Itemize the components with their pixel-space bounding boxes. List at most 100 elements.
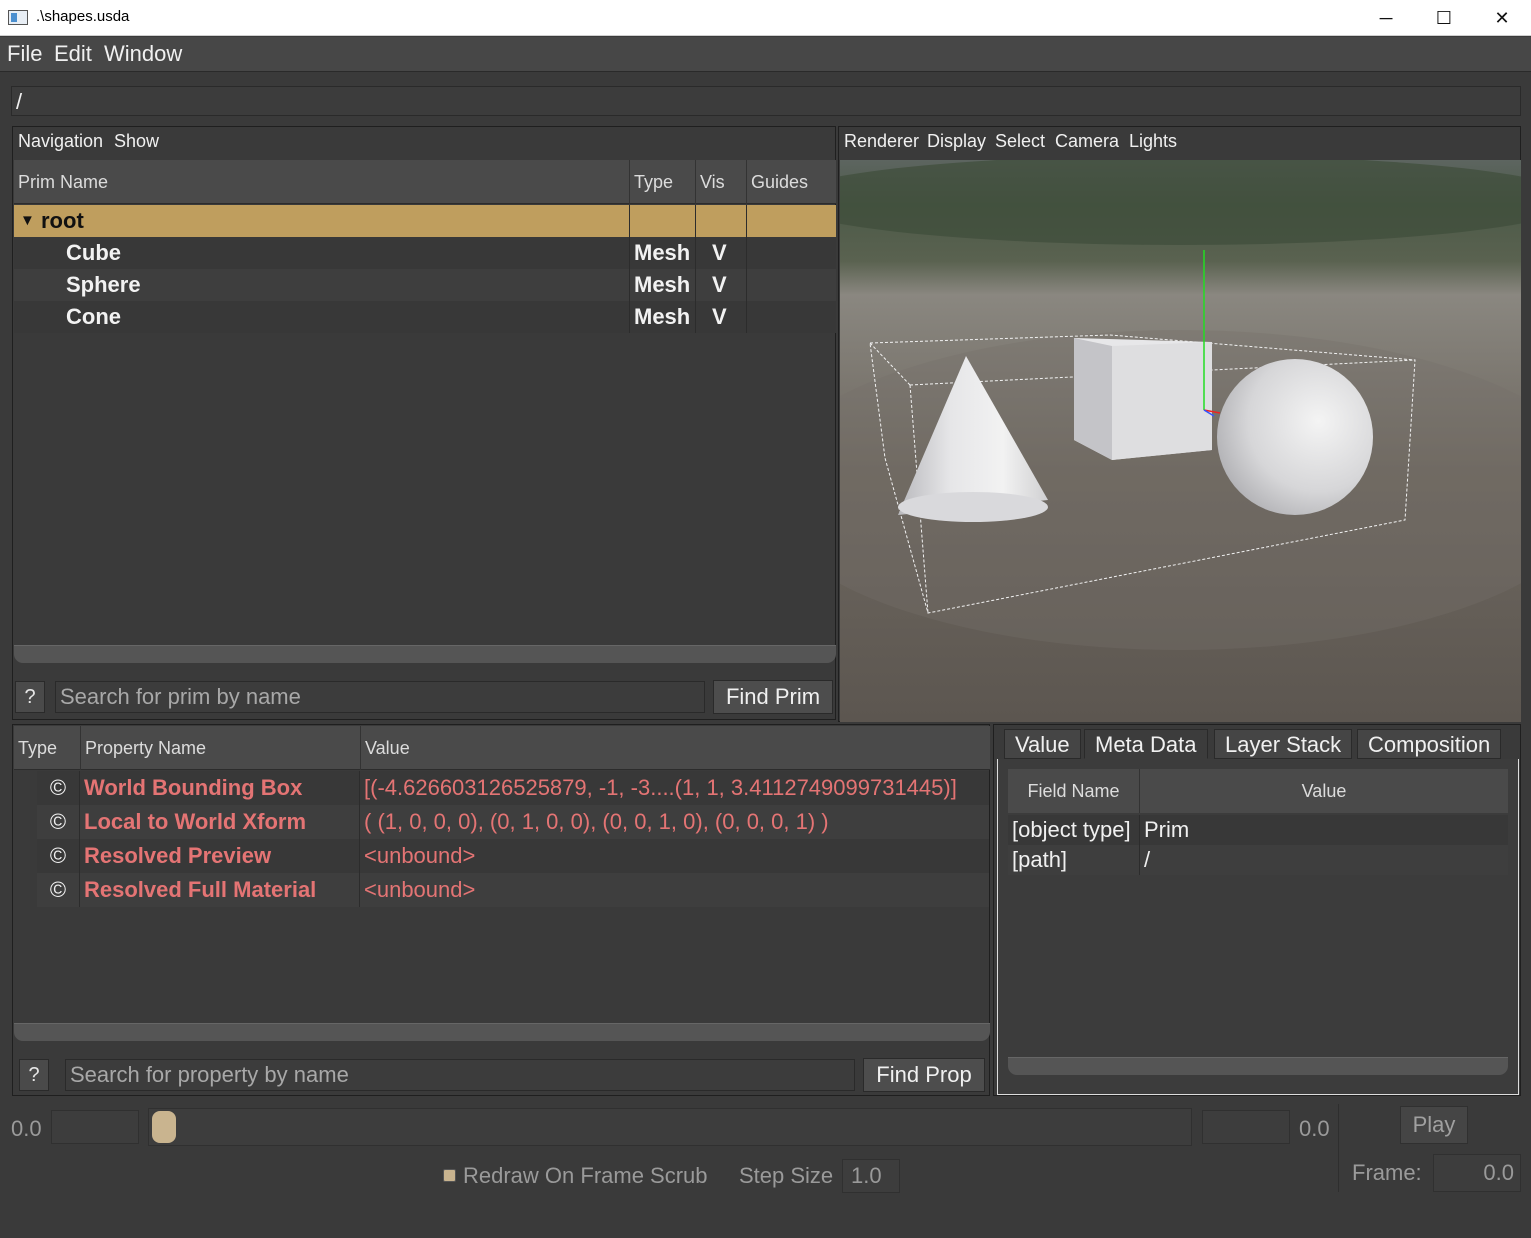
prim-vis[interactable]: V <box>696 237 747 269</box>
prim-guides <box>747 237 836 269</box>
prim-type: Mesh <box>630 301 696 333</box>
range-end-field[interactable] <box>1202 1110 1290 1144</box>
metadata-panel: Value Meta Data Layer Stack Composition … <box>993 724 1521 1096</box>
step-size-field[interactable]: 1.0 <box>842 1159 900 1193</box>
prim-name: Sphere <box>14 269 630 301</box>
menu-select[interactable]: Select <box>995 131 1045 152</box>
column-guides[interactable]: Guides <box>747 160 836 204</box>
computed-type-icon: © <box>37 873 80 907</box>
property-panel: Type Property Name Value © World Boundin… <box>12 724 990 1096</box>
tab-layer-stack[interactable]: Layer Stack <box>1214 729 1353 759</box>
maximize-icon[interactable]: ☐ <box>1415 0 1473 36</box>
frame-label: Frame: <box>1352 1160 1422 1185</box>
prim-name: Cube <box>14 237 630 269</box>
prim-guides <box>747 301 836 333</box>
menu-window[interactable]: Window <box>104 41 182 67</box>
prim-guides <box>747 269 836 301</box>
field-value: Prim <box>1144 817 1190 842</box>
menu-renderer[interactable]: Renderer <box>844 131 919 152</box>
property-value: ( (1, 0, 0, 0), (0, 1, 0, 0), (0, 0, 1, … <box>364 809 829 834</box>
computed-type-icon: © <box>37 839 80 873</box>
expand-triangle-icon[interactable]: ▼ <box>20 205 35 237</box>
menu-bar: File Edit Window <box>0 37 1531 72</box>
metadata-horizontal-scrollbar[interactable] <box>1008 1057 1508 1075</box>
background-trees <box>840 160 1521 245</box>
path-bar[interactable]: / <box>11 86 1521 116</box>
prim-search-input[interactable] <box>55 681 705 713</box>
prim-name: Cone <box>14 301 630 333</box>
column-type[interactable]: Type <box>630 160 696 204</box>
column-value[interactable]: Value <box>361 726 990 770</box>
property-row[interactable]: © Resolved Preview Material <unbound> <box>37 839 989 902</box>
prim-type: Mesh <box>630 269 696 301</box>
prim-table-header: Prim Name Type Vis Guides <box>14 160 836 204</box>
prim-row-cone[interactable]: Cone Mesh V <box>14 301 836 333</box>
app-icon <box>8 10 28 25</box>
field-name: [object type] <box>1008 815 1140 845</box>
menu-lights[interactable]: Lights <box>1129 131 1177 152</box>
property-value: [(-4.626603126525879, -1, -3....(1, 1, 3… <box>364 775 957 800</box>
menu-camera[interactable]: Camera <box>1055 131 1119 152</box>
property-value: <unbound> <box>364 843 476 868</box>
menu-show[interactable]: Show <box>114 131 159 152</box>
redraw-checkbox[interactable] <box>443 1169 456 1182</box>
timeline-start-label: 0.0 <box>11 1116 42 1141</box>
redraw-label: Redraw On Frame Scrub <box>463 1163 708 1188</box>
metadata-row[interactable]: [path] / <box>1008 845 1508 875</box>
menu-navigation[interactable]: Navigation <box>18 131 103 152</box>
column-vis[interactable]: Vis <box>696 160 747 204</box>
metadata-table-header: Field Name Value <box>1008 769 1508 813</box>
prim-vis[interactable]: V <box>696 269 747 301</box>
field-name: [path] <box>1008 845 1140 875</box>
range-begin-field[interactable] <box>51 1110 139 1144</box>
prim-guides <box>747 205 836 237</box>
property-name: Resolved Preview Material <box>80 839 360 902</box>
prim-row-sphere[interactable]: Sphere Mesh V <box>14 269 836 301</box>
frame-slider-thumb[interactable] <box>152 1111 176 1143</box>
property-name: Resolved Full Material <box>80 873 360 907</box>
find-prim-button[interactable]: Find Prim <box>713 680 833 714</box>
property-name: Local to World Xform <box>80 805 360 839</box>
prim-row-cube[interactable]: Cube Mesh V <box>14 237 836 269</box>
prim-vis <box>696 205 747 237</box>
3d-viewport[interactable] <box>840 160 1521 722</box>
property-horizontal-scrollbar[interactable] <box>14 1023 990 1041</box>
tab-meta-data[interactable]: Meta Data <box>1084 729 1208 759</box>
prim-horizontal-scrollbar[interactable] <box>14 645 836 663</box>
close-icon[interactable]: ✕ <box>1473 0 1531 36</box>
column-property-name[interactable]: Property Name <box>81 726 361 770</box>
menu-display[interactable]: Display <box>927 131 986 152</box>
metadata-row[interactable]: [object type] Prim <box>1008 815 1508 845</box>
tab-value[interactable]: Value <box>1004 729 1081 759</box>
prim-vis[interactable]: V <box>696 301 747 333</box>
column-type[interactable]: Type <box>14 726 81 770</box>
step-size-label: Step Size <box>739 1163 834 1188</box>
property-help-button[interactable]: ? <box>19 1059 49 1091</box>
prim-help-button[interactable]: ? <box>15 681 45 713</box>
sphere-mesh[interactable] <box>1217 359 1373 515</box>
property-value: <unbound> <box>364 877 476 902</box>
property-row[interactable]: © World Bounding Box [(-4.62660312652587… <box>37 771 989 805</box>
menu-file[interactable]: File <box>7 41 42 67</box>
viewport-panel: Renderer Display Select Camera Lights <box>838 126 1521 722</box>
column-field-name[interactable]: Field Name <box>1008 769 1140 813</box>
find-prop-button[interactable]: Find Prop <box>863 1058 985 1092</box>
property-row[interactable]: © Local to World Xform ( (1, 0, 0, 0), (… <box>37 805 989 839</box>
metadata-body: Field Name Value [object type] Prim [pat… <box>997 759 1519 1095</box>
column-value[interactable]: Value <box>1140 769 1508 813</box>
cube-mesh[interactable] <box>1074 338 1212 460</box>
computed-type-icon: © <box>37 805 80 839</box>
prim-row-root[interactable]: ▼ root <box>14 205 836 237</box>
frame-field[interactable]: 0.0 <box>1433 1154 1521 1192</box>
field-value: / <box>1144 847 1151 872</box>
window-title: .\shapes.usda <box>36 8 130 25</box>
property-search-input[interactable] <box>65 1059 855 1091</box>
frame-slider-track[interactable] <box>148 1108 1192 1146</box>
minimize-icon[interactable]: ─ <box>1357 0 1415 36</box>
play-button[interactable]: Play <box>1400 1106 1468 1144</box>
column-prim-name[interactable]: Prim Name <box>14 160 630 204</box>
path-text: / <box>16 89 23 114</box>
menu-edit[interactable]: Edit <box>54 41 92 67</box>
property-row[interactable]: © Resolved Full Material <unbound> <box>37 873 989 907</box>
tab-composition[interactable]: Composition <box>1357 729 1502 759</box>
